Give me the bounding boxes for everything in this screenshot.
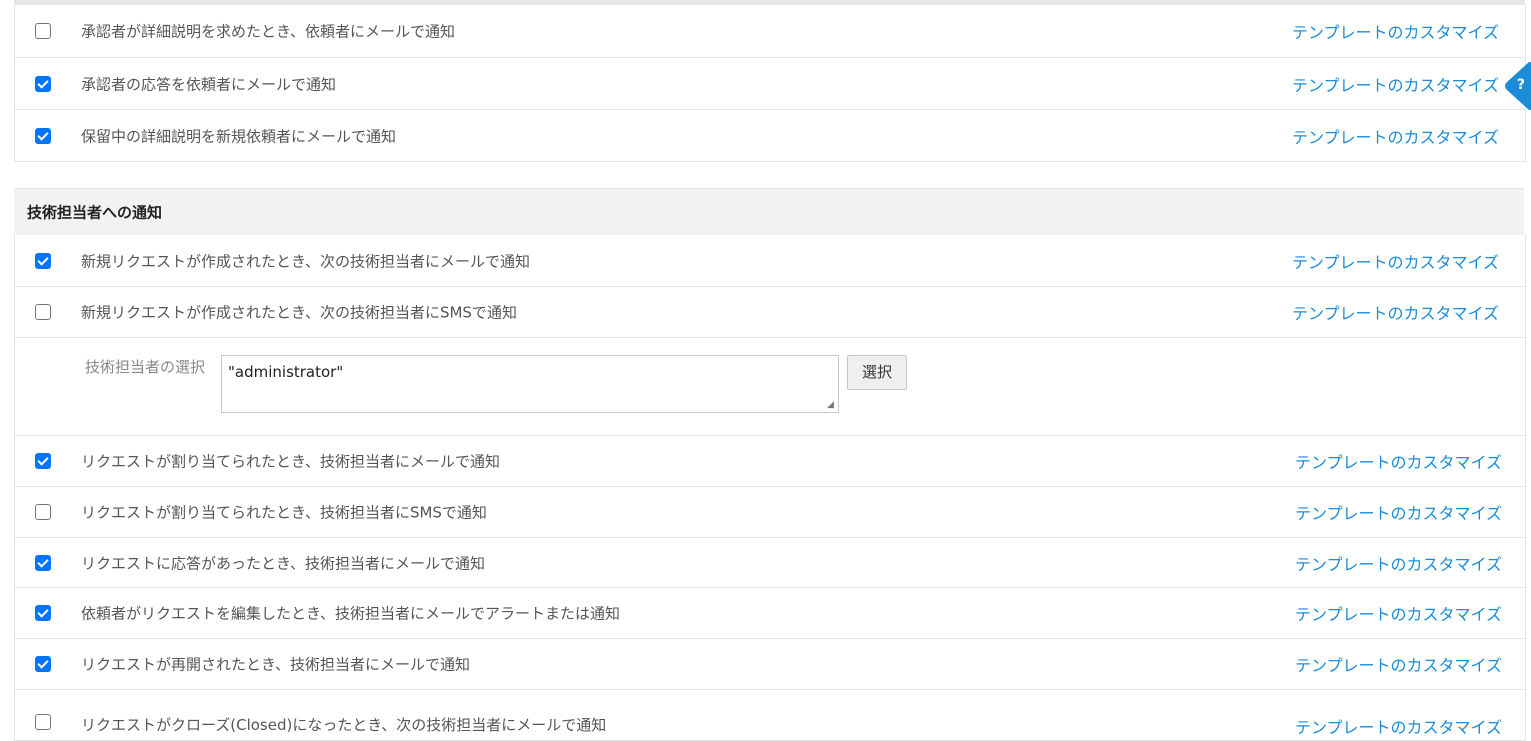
customize-template-link[interactable]: テンプレートのカスタマイズ	[1292, 19, 1499, 43]
list-item: 保留中の詳細説明を新規依頼者にメールで通知 テンプレートのカスタマイズ	[15, 109, 1525, 161]
notification-label: 承認者の応答を依頼者にメールで通知	[81, 75, 337, 93]
notification-label: リクエストが割り当てられたとき、技術担当者にSMSで通知	[81, 503, 487, 522]
notification-checkbox[interactable]	[35, 23, 51, 39]
notification-label: リクエストがクローズ(Closed)になったとき、次の技術担当者にメールで通知	[81, 716, 607, 734]
notification-checkbox[interactable]	[35, 605, 51, 621]
notification-label: 承認者が詳細説明を求めたとき、依頼者にメールで通知	[81, 22, 455, 41]
notification-label: 保留中の詳細説明を新規依頼者にメールで通知	[81, 127, 397, 145]
list-item: リクエストがクローズ(Closed)になったとき、次の技術担当者にメールで通知 …	[15, 689, 1525, 740]
technician-select-label: 技術担当者の選択	[85, 358, 206, 376]
tech-notification-section-header: 技術担当者への通知	[14, 188, 1524, 235]
notification-checkbox[interactable]	[35, 75, 51, 92]
notification-checkbox[interactable]	[35, 453, 51, 469]
resize-grip-icon[interactable]: ◢	[827, 401, 835, 410]
customize-template-link[interactable]: テンプレートのカスタマイズ	[1292, 249, 1499, 273]
help-icon: ?	[1516, 77, 1525, 93]
customize-template-link[interactable]: テンプレートのカスタマイズ	[1292, 72, 1499, 96]
technician-picker-row: 技術担当者の選択 "administrator" ◢ 選択	[15, 337, 1525, 435]
list-item: リクエストが割り当てられたとき、技術担当者にメールで通知 テンプレートのカスタマ…	[15, 435, 1525, 486]
notification-checkbox[interactable]	[35, 304, 51, 320]
notification-checkbox[interactable]	[35, 252, 51, 269]
help-tab[interactable]: ?	[1501, 62, 1531, 110]
notification-label: 依頼者がリクエストを編集したとき、技術担当者にメールでアラートまたは通知	[81, 604, 620, 623]
notification-checkbox[interactable]	[35, 127, 51, 144]
customize-template-link[interactable]: テンプレートのカスタマイズ	[1295, 449, 1502, 473]
customize-template-link[interactable]: テンプレートのカスタマイズ	[1292, 300, 1499, 324]
list-item: リクエストが割り当てられたとき、技術担当者にSMSで通知 テンプレートのカスタマ…	[15, 486, 1525, 537]
list-item: 新規リクエストが作成されたとき、次の技術担当者にSMSで通知 テンプレートのカス…	[15, 286, 1525, 337]
select-technician-button[interactable]: 選択	[847, 355, 907, 390]
notification-label: リクエストが割り当てられたとき、技術担当者にメールで通知	[81, 452, 500, 471]
technician-value: "administrator"	[228, 363, 344, 381]
list-item: リクエストに応答があったとき、技術担当者にメールで通知 テンプレートのカスタマイ…	[15, 537, 1525, 587]
section-title: 技術担当者への通知	[27, 203, 163, 222]
customize-template-link[interactable]: テンプレートのカスタマイズ	[1295, 652, 1502, 676]
notification-checkbox[interactable]	[35, 504, 51, 520]
list-item: リクエストが再開されたとき、技術担当者にメールで通知 テンプレートのカスタマイズ	[15, 638, 1525, 689]
customize-template-link[interactable]: テンプレートのカスタマイズ	[1292, 124, 1499, 148]
notification-checkbox[interactable]	[35, 714, 51, 730]
list-item: 新規リクエストが作成されたとき、次の技術担当者にメールで通知 テンプレートのカス…	[15, 235, 1525, 286]
customize-template-link[interactable]: テンプレートのカスタマイズ	[1295, 601, 1502, 625]
list-item: 依頼者がリクエストを編集したとき、技術担当者にメールでアラートまたは通知 テンプ…	[15, 587, 1525, 638]
customize-template-link[interactable]: テンプレートのカスタマイズ	[1295, 551, 1502, 575]
approval-notification-list: 承認者が詳細説明を求めたとき、依頼者にメールで通知 テンプレートのカスタマイズ …	[14, 5, 1526, 162]
customize-template-link[interactable]: テンプレートのカスタマイズ	[1295, 714, 1502, 738]
notification-label: 新規リクエストが作成されたとき、次の技術担当者にメールで通知	[81, 252, 530, 270]
list-item: 承認者の応答を依頼者にメールで通知 テンプレートのカスタマイズ	[15, 57, 1525, 109]
list-item: 承認者が詳細説明を求めたとき、依頼者にメールで通知 テンプレートのカスタマイズ	[15, 5, 1525, 57]
notification-label: リクエストが再開されたとき、技術担当者にメールで通知	[81, 655, 470, 674]
notification-label: リクエストに応答があったとき、技術担当者にメールで通知	[81, 554, 485, 572]
customize-template-link[interactable]: テンプレートのカスタマイズ	[1295, 500, 1502, 524]
notification-label: 新規リクエストが作成されたとき、次の技術担当者にSMSで通知	[81, 303, 517, 322]
notification-checkbox[interactable]	[35, 554, 51, 571]
tech-notification-list: 新規リクエストが作成されたとき、次の技術担当者にメールで通知 テンプレートのカス…	[14, 235, 1526, 741]
notification-checkbox[interactable]	[35, 656, 51, 672]
technician-textarea[interactable]: "administrator" ◢	[221, 355, 839, 413]
